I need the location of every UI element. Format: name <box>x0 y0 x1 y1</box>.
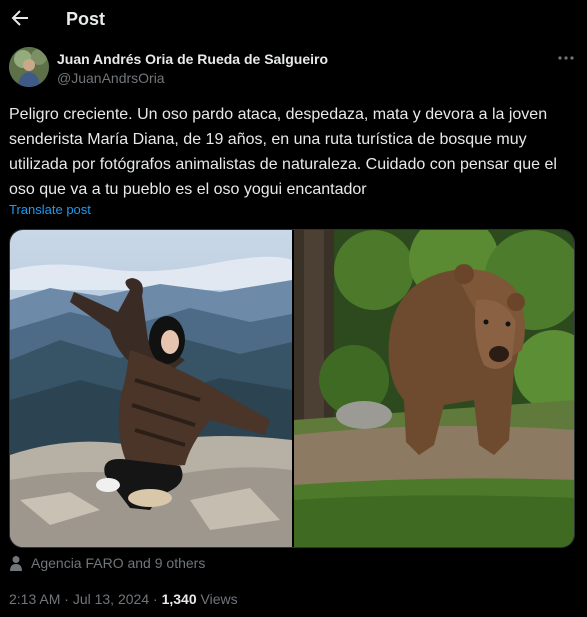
post-date[interactable]: Jul 13, 2024 <box>73 591 149 607</box>
media-grid <box>9 229 575 548</box>
top-bar: Post <box>0 0 587 40</box>
views-count: 1,340 <box>161 591 197 607</box>
arrow-left-icon[interactable] <box>8 6 32 30</box>
meta-separator: · <box>64 591 69 607</box>
liked-by[interactable]: Agencia FARO and 9 others <box>9 553 205 573</box>
author-name[interactable]: Juan Andrés Oria de Rueda de Salgueiro <box>57 51 328 67</box>
liked-by-text: Agencia FARO and 9 others <box>31 555 206 571</box>
brown-bear-photo[interactable] <box>294 230 574 547</box>
person-icon <box>10 556 22 571</box>
post-text: Peligro creciente. Un oso pardo ataca, d… <box>9 106 557 198</box>
post-time[interactable]: 2:13 AM <box>9 591 60 607</box>
woman-on-mountain-photo[interactable] <box>10 230 292 547</box>
views-label: Views <box>200 591 238 607</box>
ellipsis-icon[interactable] <box>556 49 576 67</box>
author-handle[interactable]: @JuanAndrsOria <box>57 70 165 86</box>
post-meta: 2:13 AM · Jul 13, 2024 · 1,340 Views <box>9 591 238 607</box>
avatar[interactable] <box>9 47 49 87</box>
meta-separator: · <box>153 591 158 607</box>
page-title: Post <box>66 9 106 29</box>
translate-post-link[interactable]: Translate post <box>9 202 91 217</box>
